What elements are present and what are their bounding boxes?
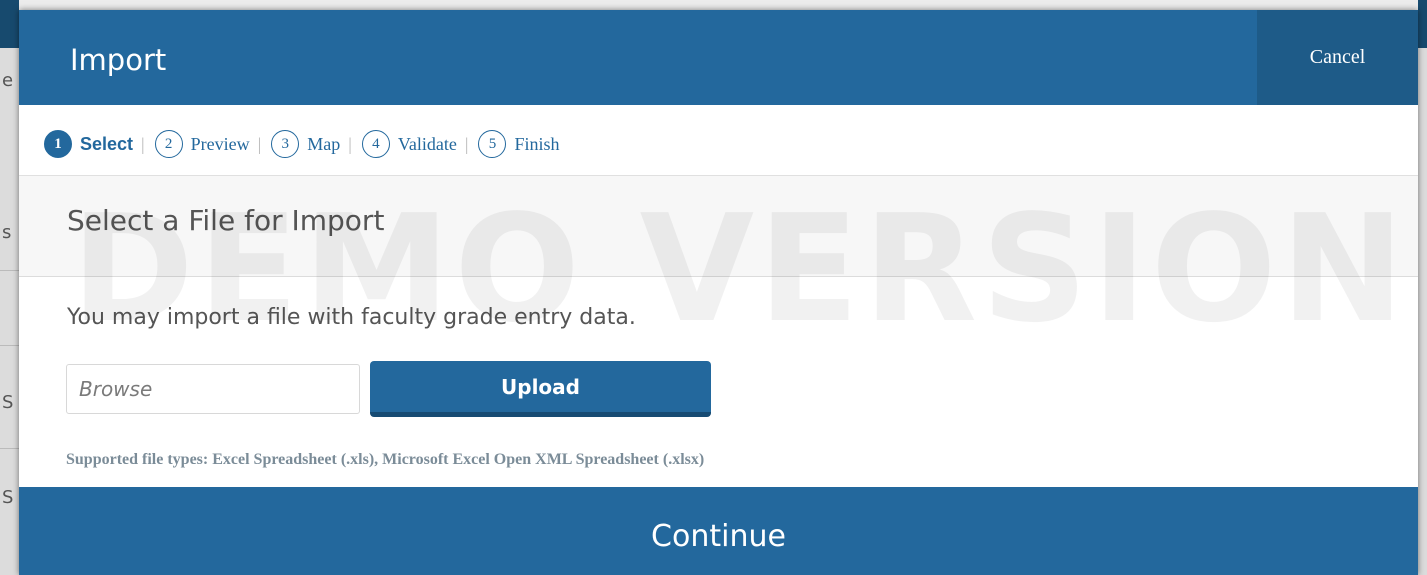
background-page-right-edge <box>1418 0 1427 575</box>
step-separator: | <box>141 133 145 154</box>
background-page-left-edge: e s S S <box>0 0 19 575</box>
step-map[interactable]: 3 Map <box>271 130 340 158</box>
step-separator: | <box>257 133 262 154</box>
step-label: Select <box>80 133 134 154</box>
step-validate[interactable]: 4 Validate <box>361 130 457 158</box>
step-number-badge: 2 <box>154 130 183 158</box>
step-number-badge: 1 <box>44 130 72 158</box>
section-title: Select a File for Import <box>67 204 385 237</box>
upload-button[interactable]: Upload <box>370 361 711 417</box>
step-number-badge: 3 <box>271 130 300 158</box>
import-modal: Import Cancel 1 Select | 2 Preview | 3 M… <box>19 10 1418 575</box>
section-header: Select a File for Import <box>19 176 1418 277</box>
modal-title: Import <box>70 43 167 77</box>
background-divider <box>0 270 19 271</box>
instruction-text: You may import a file with faculty grade… <box>67 305 636 330</box>
step-separator: | <box>464 133 469 154</box>
wizard-steps: 1 Select | 2 Preview | 3 Map | 4 Validat… <box>44 130 559 158</box>
cancel-button[interactable]: Cancel <box>1257 10 1418 105</box>
step-label: Map <box>307 133 341 154</box>
background-text-fragment: S <box>2 487 14 508</box>
step-label: Preview <box>190 133 250 154</box>
step-separator: | <box>348 133 352 154</box>
step-select[interactable]: 1 Select <box>44 130 133 158</box>
import-form: You may import a file with faculty grade… <box>19 277 1418 487</box>
background-text-fragment: e <box>2 70 14 91</box>
background-divider <box>0 448 19 449</box>
modal-header: Import Cancel <box>19 10 1418 105</box>
step-preview[interactable]: 2 Preview <box>154 130 250 158</box>
step-finish[interactable]: 5 Finish <box>478 130 559 158</box>
background-header <box>0 0 19 48</box>
background-header <box>1418 0 1427 48</box>
continue-button[interactable]: Continue <box>19 487 1418 575</box>
step-label: Validate <box>397 133 457 154</box>
step-number-badge: 4 <box>361 130 390 158</box>
wizard-steps-bar: 1 Select | 2 Preview | 3 Map | 4 Validat… <box>19 105 1418 176</box>
background-text-fragment: S <box>2 392 14 413</box>
background-text-fragment: s <box>2 222 12 243</box>
step-number-badge: 5 <box>478 130 507 158</box>
background-divider <box>0 345 19 346</box>
browse-file-input[interactable] <box>66 364 360 414</box>
supported-file-types: Supported file types: Excel Spreadsheet … <box>66 451 705 468</box>
step-label: Finish <box>514 133 560 154</box>
